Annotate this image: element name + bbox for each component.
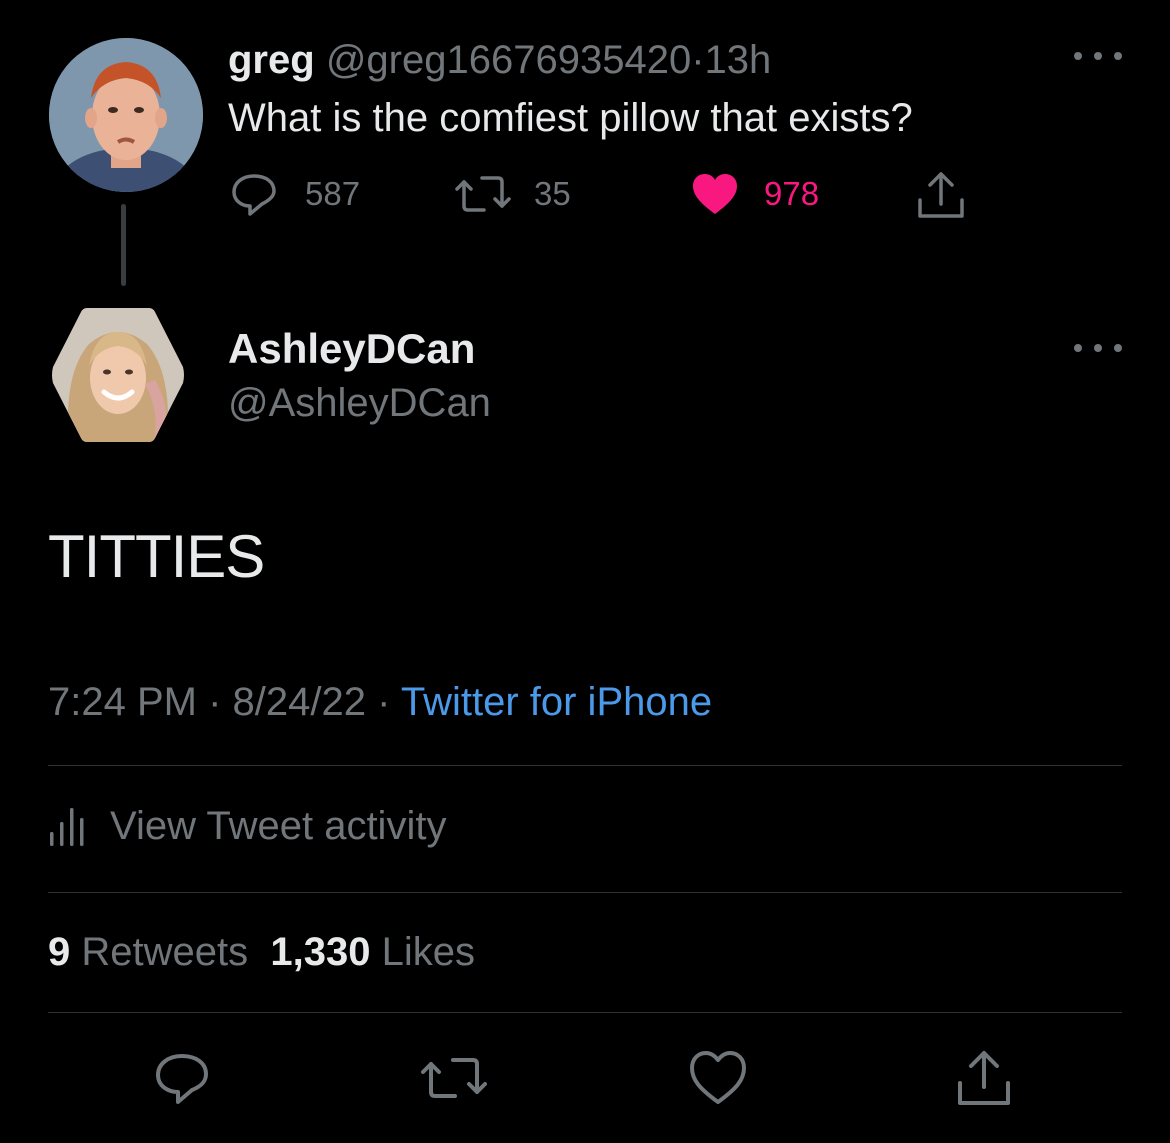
parent-separator: · [691,38,705,82]
avatar-greg[interactable] [49,38,203,192]
parent-display-name[interactable]: greg [228,38,315,82]
heart-icon [693,174,737,214]
reply-display-name[interactable]: AshleyDCan [228,324,475,374]
share-button[interactable] [944,1038,1024,1118]
parent-tweet-text: What is the comfiest pillow that exists? [228,96,913,140]
reply-more-button[interactable] [1074,338,1122,358]
avatar-ashley[interactable] [49,304,187,446]
parent-reply-count: 587 [305,175,361,212]
meta-separator-2: · [377,680,391,724]
like-count: 1,330 [270,930,371,974]
share-icon [958,1051,1010,1105]
divider [48,765,1122,766]
retweet-icon [421,1058,487,1098]
more-icon [1074,344,1082,352]
likes-count-link[interactable]: 1,330 Likes [270,930,475,974]
parent-like-button[interactable]: 978 [690,170,819,218]
divider [48,1012,1122,1013]
more-icon [1074,52,1082,60]
parent-more-button[interactable] [1074,46,1122,66]
meta-separator-1: · [208,680,222,724]
share-icon [918,172,964,218]
engagement-counts: 9 Retweets 1,330 Likes [48,924,475,980]
activity-label: View Tweet activity [110,803,447,848]
tweet-meta: 7:24 PM · 8/24/22 · Twitter for iPhone [48,676,712,728]
retweet-label: Retweets [81,930,249,974]
view-tweet-activity[interactable]: View Tweet activity [48,798,446,854]
reply-tweet-text: TITTIES [48,523,265,590]
avatar-ashley-image [52,308,184,442]
tweet-source-link[interactable]: Twitter for iPhone [401,680,712,724]
reply-icon [232,174,276,216]
parent-tweet-header: greg @greg16676935420·13h [228,36,771,84]
reply-button[interactable] [142,1038,222,1118]
bar-chart-icon [50,808,84,846]
parent-like-count: 978 [764,175,820,212]
retweet-button[interactable] [414,1038,494,1118]
tweet-date: 8/24/22 [232,680,367,724]
like-label: Likes [381,930,475,974]
parent-retweet-button[interactable]: 35 [454,170,571,218]
parent-reply-button[interactable]: 587 [230,170,360,218]
parent-handle[interactable]: @greg16676935420 [326,38,691,82]
retweets-count-link[interactable]: 9 Retweets [48,930,248,974]
thread-line [121,204,126,286]
tweet-time: 7:24 PM [48,680,197,724]
reply-icon [156,1054,208,1104]
divider [48,892,1122,893]
avatar-greg-image [49,38,203,192]
reply-handle[interactable]: @AshleyDCan [228,378,491,428]
parent-retweet-count: 35 [534,175,571,212]
parent-share-button[interactable] [914,170,968,222]
retweet-icon [455,176,511,212]
like-button[interactable] [678,1038,758,1118]
heart-icon [690,1051,746,1104]
parent-time-ago[interactable]: 13h [705,38,772,82]
retweet-count: 9 [48,930,71,974]
